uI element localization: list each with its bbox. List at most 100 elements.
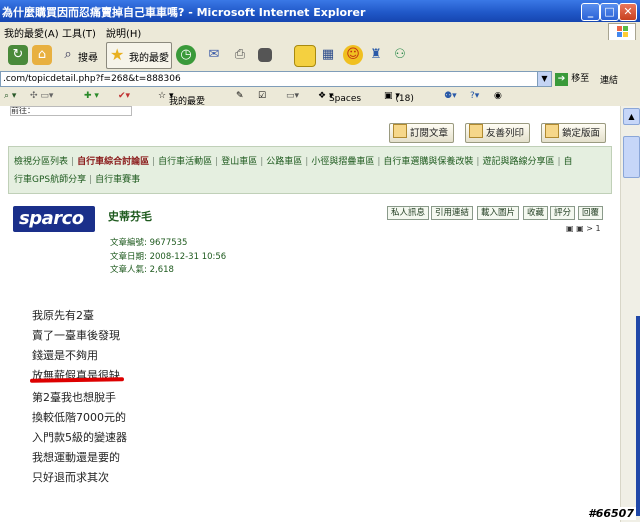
go-button[interactable]: ➔ 移至: [555, 71, 589, 86]
subscribe-icon: [393, 124, 407, 138]
meta-views-value: 2,618: [149, 265, 174, 275]
close-button[interactable]: ✕: [619, 3, 637, 21]
go-label: 移至: [571, 74, 590, 84]
subscribe-label: 訂閱文章: [410, 128, 449, 139]
meta-id-value: 9677535: [149, 238, 188, 248]
toolbar-plus-icon[interactable]: ✚ ▾: [84, 91, 99, 101]
refresh-icon[interactable]: ↻: [8, 45, 28, 65]
toolbar-box-icon[interactable]: ☑: [258, 91, 266, 101]
messenger-icon[interactable]: ▦: [318, 45, 338, 65]
toolbar-pen-icon[interactable]: ✎: [236, 91, 244, 101]
scroll-thumb[interactable]: [623, 136, 640, 178]
category-link[interactable]: 自行車活動區: [158, 157, 212, 167]
address-input[interactable]: .com/topicdetail.php?f=268&t=888306: [0, 71, 539, 87]
rate-button[interactable]: 評分: [550, 206, 576, 220]
logo-text: sparco: [19, 208, 84, 229]
window-title: 為什麼購買因而忍痛賣掉自己車車嗎? - Microsoft Internet E…: [2, 6, 366, 19]
windows-logo-icon: [608, 23, 636, 41]
category-link[interactable]: 行車GPS航師分享: [14, 175, 86, 185]
subscribe-button[interactable]: 訂閱文章: [389, 123, 455, 143]
maximize-button[interactable]: □: [600, 3, 619, 21]
reply-button[interactable]: 回覆: [578, 206, 604, 220]
search-icon[interactable]: ⌕: [58, 45, 78, 65]
scroll-track-highlight: [636, 316, 640, 516]
address-dropdown-icon[interactable]: ▼: [537, 71, 552, 87]
post-line: 我想運動還是要的: [32, 451, 120, 464]
search-label[interactable]: 搜尋: [78, 49, 98, 64]
meta-id: 文章編號: 9677535: [110, 238, 188, 248]
toolbar-search-icon[interactable]: ⌕ ▾: [4, 91, 16, 101]
menu-bar: 我的最愛(A) 工具(T) 說明(H): [0, 22, 640, 41]
category-link[interactable]: 登山車區: [221, 157, 257, 167]
category-link[interactable]: 公路車區: [266, 157, 302, 167]
category-line-1: 檢視分區列表 | 自行車綜合討論區 | 自行車活動區 | 登山車區 | 公路車區 | 小徑與摺疊車區…: [14, 157, 573, 167]
quote-link-button[interactable]: 引用連結: [431, 206, 474, 220]
pager[interactable]: ▣ ▣ > 1: [566, 224, 601, 233]
post-line: 入門款5級的變速器: [32, 431, 127, 444]
toolbar-settings-icon[interactable]: ◉: [494, 91, 502, 101]
post-line: 第2臺我也想脫手: [32, 391, 116, 404]
page-content: 前往： 訂閱文章 友善列印 鎖定版面 檢視分區列表 | 自行車綜合討論區 | 自行車活動…: [0, 106, 620, 522]
contacts-icon[interactable]: ⚇: [390, 45, 410, 65]
meta-views: 文章人氣: 2,618: [110, 265, 174, 275]
post-line: 我原先有2臺: [32, 309, 94, 322]
home-icon[interactable]: ⌂: [32, 45, 52, 65]
history-icon[interactable]: ◷: [176, 45, 196, 65]
toolbar-spaces-label: Spaces: [328, 94, 362, 104]
lock-layout-label: 鎖定版面: [562, 128, 601, 139]
load-images-button[interactable]: 載入圖片: [477, 206, 520, 220]
print-friendly-button[interactable]: 友善列印: [465, 123, 531, 143]
meta-date: 文章日期: 2008-12-31 10:56: [110, 252, 227, 262]
meta-date-label: 文章日期: [110, 252, 145, 262]
category-line-2: 行車GPS航師分享 | 自行車賽事: [14, 175, 141, 185]
meta-date-value: 2008-12-31 10:56: [149, 252, 227, 262]
bookmark-button[interactable]: 收藏: [523, 206, 549, 220]
category-link[interactable]: 自: [564, 157, 573, 167]
post-line: 換較低階7000元的: [32, 411, 126, 424]
category-link[interactable]: 自行車賽事: [95, 175, 140, 185]
toolbar-favorites[interactable]: ☆ 我的最愛 ▾: [158, 91, 205, 107]
mail-icon[interactable]: ✉: [204, 45, 224, 65]
post-line: 賣了一臺車後發現: [32, 329, 120, 342]
post-line: 只好退而求其次: [32, 471, 109, 484]
toolbar-page-icon[interactable]: ✣ ▭▾: [30, 91, 53, 101]
address-bar: .com/topicdetail.php?f=268&t=888306 ▼ ➔ …: [0, 70, 640, 89]
lock-icon: [545, 124, 559, 138]
menu-help[interactable]: 說明(H): [106, 25, 141, 40]
toolbar-mark-icon[interactable]: ✔▾: [118, 91, 130, 101]
toolbar-count-label: (18): [395, 94, 414, 104]
star-icon: ★: [110, 45, 125, 64]
google-toolbar: ⌕ ▾ ✣ ▭▾ ✚ ▾ ✔▾ ☆ 我的最愛 ▾ ✎ ☑ ▭▾ ❖ Spaces…: [0, 88, 640, 107]
category-link[interactable]: 自行車選購與保養改裝: [383, 157, 473, 167]
category-link[interactable]: 遊記與路線分享區: [482, 157, 554, 167]
toolbar-help-icon[interactable]: ?▾: [470, 91, 479, 101]
go-arrow-icon: ➔: [555, 73, 568, 86]
lock-layout-button[interactable]: 鎖定版面: [541, 123, 607, 143]
print-friendly-label: 友善列印: [486, 128, 525, 139]
favorites-button[interactable]: ★ 我的最愛: [106, 42, 172, 69]
category-link[interactable]: 檢視分區列表: [14, 157, 68, 167]
category-link-active[interactable]: 自行車綜合討論區: [77, 157, 149, 167]
smiley-icon[interactable]: ☺: [343, 45, 363, 65]
toolbar-mail-icon[interactable]: ▭▾: [286, 91, 299, 101]
print-icon[interactable]: ⎙: [230, 45, 250, 65]
minimize-button[interactable]: _: [581, 3, 600, 21]
edit-icon[interactable]: [258, 48, 272, 62]
breadcrumb[interactable]: 前往：: [10, 106, 132, 116]
printer-icon: [469, 124, 483, 138]
toolbar: ↻ ⌂ ⌕ 搜尋 ★ 我的最愛 ◷ ✉ ⎙ ▦ ☺ ♜ ⚇: [0, 40, 640, 71]
toolbar-count[interactable]: ▣ (18) ▾: [384, 91, 414, 104]
category-link[interactable]: 小徑與摺疊車區: [311, 157, 374, 167]
scroll-up-icon[interactable]: ▲: [623, 108, 640, 125]
window-titlebar: 為什麼購買因而忍痛賣掉自己車車嗎? - Microsoft Internet E…: [0, 0, 640, 22]
toolbar-user-icon[interactable]: ⚉▾: [444, 91, 457, 101]
research-icon[interactable]: ♜: [366, 45, 386, 65]
menu-favorites[interactable]: 我的最愛(A): [4, 25, 59, 40]
notes-icon[interactable]: [294, 45, 316, 67]
toolbar-spaces[interactable]: ❖ Spaces ▾: [318, 91, 361, 104]
menu-tools[interactable]: 工具(T): [62, 25, 96, 40]
private-message-button[interactable]: 私人訊息: [387, 206, 430, 220]
vertical-scrollbar[interactable]: ▲: [620, 106, 640, 522]
links-label[interactable]: 連結: [600, 73, 618, 86]
post-author[interactable]: 史蒂芬毛: [108, 208, 152, 224]
